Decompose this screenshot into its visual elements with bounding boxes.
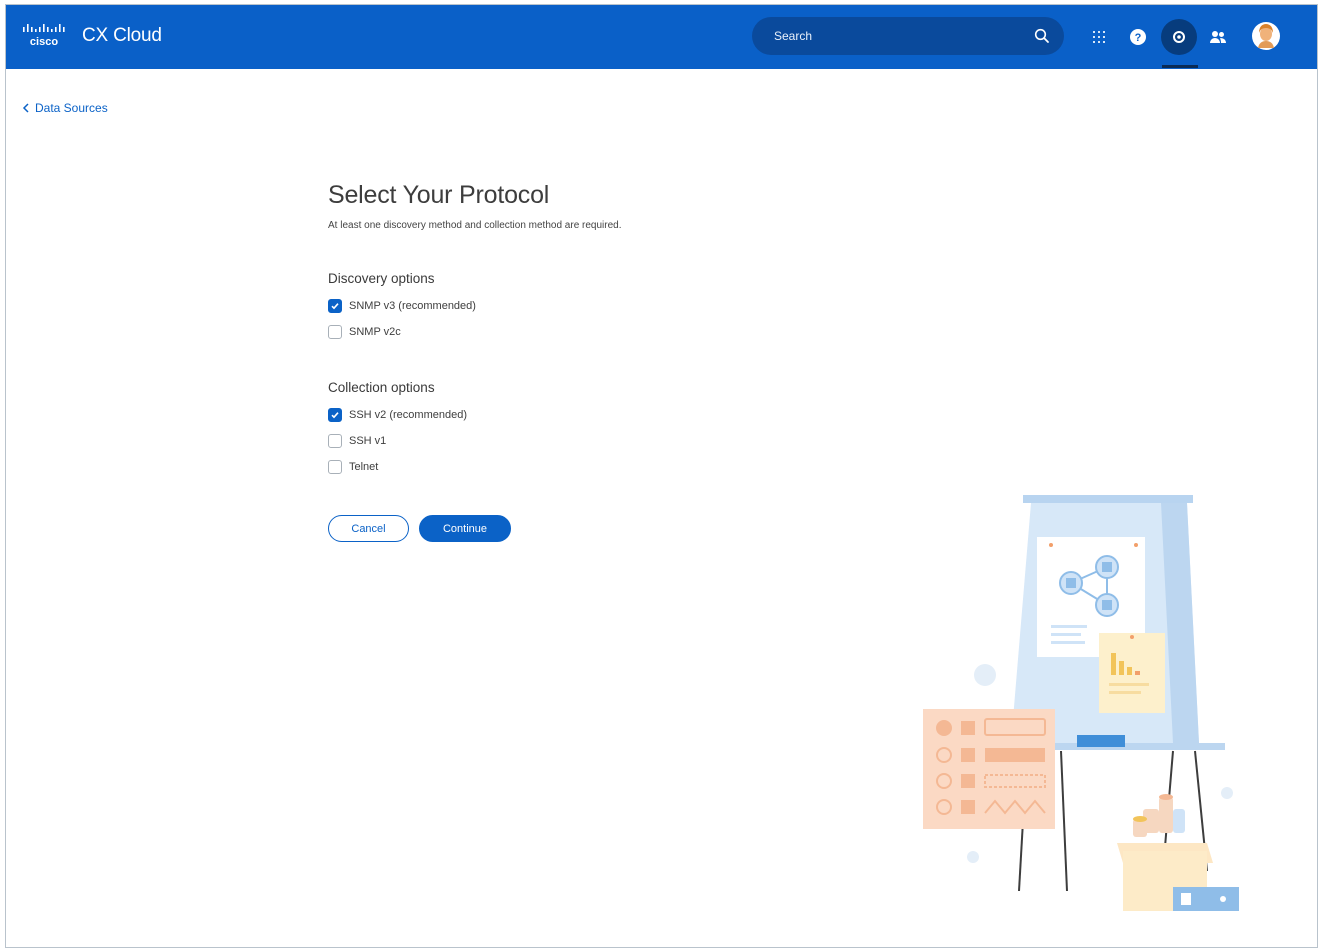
checkbox-checked-icon[interactable] (328, 299, 342, 313)
checkbox-ssh-v2[interactable]: SSH v2 (recommended) (328, 408, 467, 422)
back-to-data-sources-link[interactable]: Data Sources (22, 101, 108, 115)
chevron-left-icon (22, 103, 29, 113)
checkbox-unchecked-icon[interactable] (328, 325, 342, 339)
option-label: Telnet (349, 461, 379, 473)
collection-options-title: Collection options (328, 380, 435, 395)
back-link-label: Data Sources (35, 101, 108, 115)
option-label: SNMP v3 (recommended) (349, 300, 476, 312)
option-label: SNMP v2c (349, 326, 401, 338)
user-avatar[interactable] (1250, 20, 1282, 52)
checkbox-unchecked-icon[interactable] (328, 434, 342, 448)
settings-icon[interactable] (1161, 19, 1197, 55)
protocol-form: Select Your Protocol At least one discov… (328, 181, 748, 542)
active-tab-indicator (1162, 65, 1198, 68)
svg-text:?: ? (1135, 32, 1142, 44)
top-navigation-bar: cisco CX Cloud ? (6, 5, 1317, 69)
checkbox-checked-icon[interactable] (328, 408, 342, 422)
option-label: SSH v1 (349, 435, 387, 447)
page-subtitle: At least one discovery method and collec… (328, 220, 622, 231)
checkbox-snmp-v3[interactable]: SNMP v3 (recommended) (328, 299, 476, 313)
cisco-logo[interactable]: cisco (20, 21, 70, 53)
app-title[interactable]: CX Cloud (82, 25, 162, 47)
search-icon[interactable] (1024, 18, 1060, 54)
help-icon[interactable]: ? (1122, 21, 1154, 53)
network-discovery-illustration (923, 495, 1239, 911)
continue-button[interactable]: Continue (419, 515, 511, 542)
app-window: cisco CX Cloud ? (5, 4, 1318, 948)
cancel-button[interactable]: Cancel (328, 515, 409, 542)
page-title: Select Your Protocol (328, 181, 550, 209)
checkbox-telnet[interactable]: Telnet (328, 460, 378, 474)
checkbox-ssh-v1[interactable]: SSH v1 (328, 434, 386, 448)
search-input[interactable] (752, 17, 1024, 55)
search-bar (752, 17, 1064, 55)
cisco-logo-text: cisco (30, 36, 58, 48)
users-icon[interactable] (1202, 21, 1234, 53)
discovery-options-title: Discovery options (328, 271, 435, 286)
checkbox-snmp-v2c[interactable]: SNMP v2c (328, 325, 401, 339)
checkbox-unchecked-icon[interactable] (328, 460, 342, 474)
option-label: SSH v2 (recommended) (349, 409, 467, 421)
apps-grid-icon[interactable] (1083, 21, 1115, 53)
